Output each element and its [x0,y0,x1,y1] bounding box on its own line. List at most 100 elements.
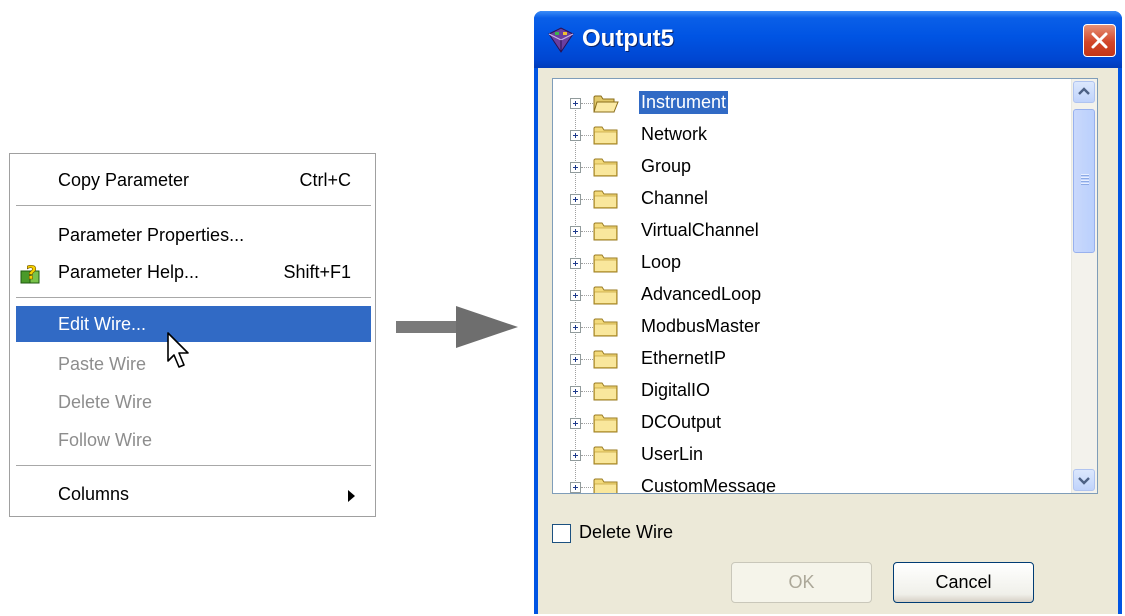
tree-node[interactable]: CustomMessage [553,471,1073,494]
tree-node[interactable]: Channel [553,183,1073,215]
block-tree[interactable]: Instrument Network Group Channel VirtualChan… [552,78,1098,494]
tree-node[interactable]: Loop [553,247,1073,279]
tree-node-label: Channel [641,188,709,208]
folder-icon [593,286,618,305]
expand-plus-icon[interactable] [570,290,581,301]
expand-plus-icon[interactable] [570,322,581,333]
tree-node-label: AdvancedLoop [641,284,762,304]
menu-separator [16,205,371,207]
expand-plus-icon[interactable] [570,482,581,493]
help-icon: ? [20,262,40,284]
menu-item-label: Follow Wire [58,430,153,450]
dialog-body: Instrument Network Group Channel VirtualChan… [538,68,1118,614]
tree-connector [581,359,593,360]
menu-item-label: Columns [58,484,130,504]
expand-plus-icon[interactable] [570,162,581,173]
tree-node-label: Instrument [639,91,729,114]
tree-node-label: EthernetIP [641,348,727,368]
tree-node-label: Network [641,124,708,144]
tree-node-label: Group [641,156,692,176]
menu-item-follow-wire[interactable]: Follow Wire [10,422,375,458]
scroll-thumb[interactable] [1073,109,1095,253]
expand-plus-icon[interactable] [570,194,581,205]
tree-connector [581,167,593,168]
ok-button[interactable]: OK [731,562,872,603]
tree-node[interactable]: UserLin [553,439,1073,471]
context-menu: Copy Parameter Ctrl+C Parameter Properti… [9,153,376,517]
delete-wire-checkbox[interactable] [552,524,571,543]
tree-connector [581,295,593,296]
tree-connector [581,455,593,456]
expand-plus-icon[interactable] [570,226,581,237]
menu-separator [16,465,371,467]
tree-connector [581,199,593,200]
tree-node[interactable]: Group [553,151,1073,183]
menu-item-label: Parameter Help... [58,262,200,282]
tree-connector [581,487,593,488]
output5-dialog: Output5 Instrument Network Group Channel Vir… [534,11,1122,614]
tree-node[interactable]: Instrument [553,87,1073,119]
expand-plus-icon[interactable] [570,386,581,397]
menu-item-parameter-properties[interactable]: Parameter Properties... [10,217,375,253]
delete-wire-checkbox-label: Delete Wire [579,522,674,542]
tree-node-label: CustomMessage [641,476,777,494]
menu-item-label: Parameter Properties... [58,225,245,245]
vertical-scrollbar[interactable] [1071,79,1097,493]
tree-connector [581,263,593,264]
expand-plus-icon[interactable] [570,354,581,365]
cancel-button[interactable]: Cancel [893,562,1034,603]
expand-plus-icon[interactable] [570,450,581,461]
tree-connector [581,135,593,136]
svg-text:?: ? [26,262,37,284]
tree-node[interactable]: EthernetIP [553,343,1073,375]
menu-item-shortcut: Ctrl+C [299,170,351,190]
expand-plus-icon[interactable] [570,130,581,141]
tree-node-label: VirtualChannel [641,220,759,240]
expand-plus-icon[interactable] [570,98,581,109]
menu-item-label: Paste Wire [58,354,147,374]
menu-item-paste-wire[interactable]: Paste Wire [10,346,375,382]
folder-icon [593,158,618,177]
tree-node[interactable]: DigitalIO [553,375,1073,407]
tree-node[interactable]: Network [553,119,1073,151]
tree-node-label: DigitalIO [641,380,711,400]
menu-item-label: Copy Parameter [58,170,190,190]
tree-connector [581,231,593,232]
menu-item-parameter-help[interactable]: ? Parameter Help... Shift+F1 [10,254,375,290]
expand-plus-icon[interactable] [570,418,581,429]
folder-open-icon [593,95,619,113]
title-bar[interactable]: Output5 [534,11,1122,68]
menu-item-copy-parameter[interactable]: Copy Parameter Ctrl+C [10,162,375,198]
tree-node[interactable]: AdvancedLoop [553,279,1073,311]
scroll-up-button[interactable] [1073,81,1095,103]
chevron-down-icon [1078,477,1090,485]
app-icon [548,27,574,53]
expand-plus-icon[interactable] [570,258,581,269]
tree-node-label: ModbusMaster [641,316,761,336]
close-button[interactable] [1083,24,1116,57]
tree-connector [581,327,593,328]
tree-node-label: Loop [641,252,682,272]
tree-connector [581,103,593,104]
folder-icon [593,382,618,401]
menu-item-label: Edit Wire... [58,314,147,334]
folder-icon [593,254,618,273]
menu-item-delete-wire[interactable]: Delete Wire [10,384,375,420]
dialog-title: Output5 [582,25,674,52]
folder-icon [593,350,618,369]
tree-node[interactable]: DCOutput [553,407,1073,439]
tree-node-label: UserLin [641,444,704,464]
menu-item-edit-wire[interactable]: Edit Wire... [16,306,371,342]
tree-connector [581,423,593,424]
chevron-up-icon [1078,87,1090,95]
close-icon [1091,32,1108,49]
menu-item-columns[interactable]: Columns [10,476,375,512]
folder-icon [593,478,618,493]
scroll-down-button[interactable] [1073,469,1095,491]
menu-item-shortcut: Shift+F1 [283,262,351,282]
tree-node[interactable]: ModbusMaster [553,311,1073,343]
folder-icon [593,414,618,433]
tree-node[interactable]: VirtualChannel [553,215,1073,247]
folder-icon [593,126,618,145]
arrow-right-icon [396,306,518,348]
